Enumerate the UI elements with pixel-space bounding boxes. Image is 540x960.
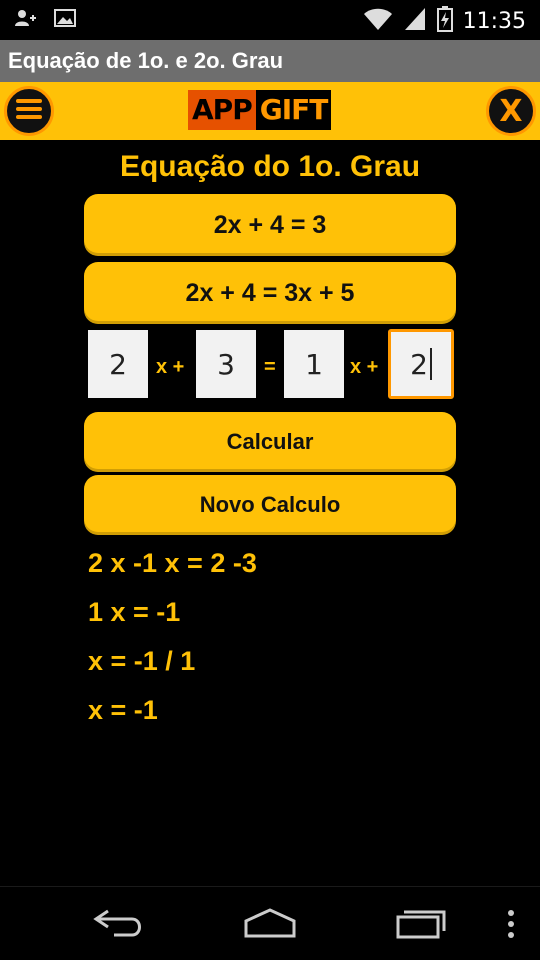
result-step-4: x = -1	[88, 695, 158, 725]
coefficient-a-value: 2	[109, 347, 127, 381]
close-icon: X	[499, 93, 523, 129]
app-title: Equação de 1o. e 2o. Grau	[8, 48, 284, 73]
overflow-icon[interactable]	[506, 909, 516, 944]
title-bar: Equação de 1o. e 2o. Grau	[0, 40, 540, 82]
navigation-bar	[0, 886, 540, 960]
menu-button[interactable]	[4, 86, 54, 136]
text-cursor	[429, 348, 432, 380]
hamburger-menu-icon	[15, 97, 43, 126]
logo-gift-text: GIFT	[255, 90, 332, 130]
operator-x-plus-1: x +	[156, 356, 185, 378]
signal-icon	[403, 6, 427, 37]
coefficient-d-input[interactable]: 2	[388, 329, 454, 399]
status-time: 11:35	[462, 9, 526, 34]
calculate-button[interactable]: Calcular	[84, 412, 456, 472]
header-band: APP GIFT X	[0, 82, 540, 140]
result-step-2: 1 x = -1	[88, 597, 181, 627]
equation-type-2-button[interactable]: 2x + 4 = 3x + 5	[84, 262, 456, 324]
coefficient-b-input[interactable]: 3	[196, 330, 256, 398]
battery-icon	[436, 6, 453, 37]
coefficient-input-row: 2 x + 3 = 1 x + 2	[0, 328, 540, 400]
back-icon[interactable]	[92, 907, 148, 944]
equation-type-1-button[interactable]: 2x + 4 = 3	[84, 194, 456, 256]
new-calculation-button[interactable]: Novo Calculo	[84, 475, 456, 535]
result-step-1: 2 x -1 x = 2 -3	[88, 548, 257, 578]
image-icon	[54, 8, 76, 33]
coefficient-c-value: 1	[305, 347, 323, 381]
coefficient-c-input[interactable]: 1	[284, 330, 344, 398]
coefficient-a-input[interactable]: 2	[88, 330, 148, 398]
operator-x-plus-2: x +	[350, 356, 379, 378]
coefficient-b-value: 3	[217, 347, 235, 381]
recents-icon[interactable]	[394, 907, 450, 944]
logo-app-text: APP	[188, 90, 256, 130]
home-icon[interactable]	[242, 907, 298, 944]
wifi-icon	[363, 6, 393, 37]
coefficient-d-value: 2	[410, 347, 428, 381]
result-step-3: x = -1 / 1	[88, 646, 196, 676]
app-logo: APP GIFT	[188, 90, 332, 130]
close-button[interactable]: X	[486, 86, 536, 136]
status-bar: 11:35	[0, 0, 540, 40]
operator-equals: =	[264, 356, 276, 378]
user-add-icon	[14, 8, 36, 33]
section-title: Equação do 1o. Grau	[119, 150, 421, 183]
